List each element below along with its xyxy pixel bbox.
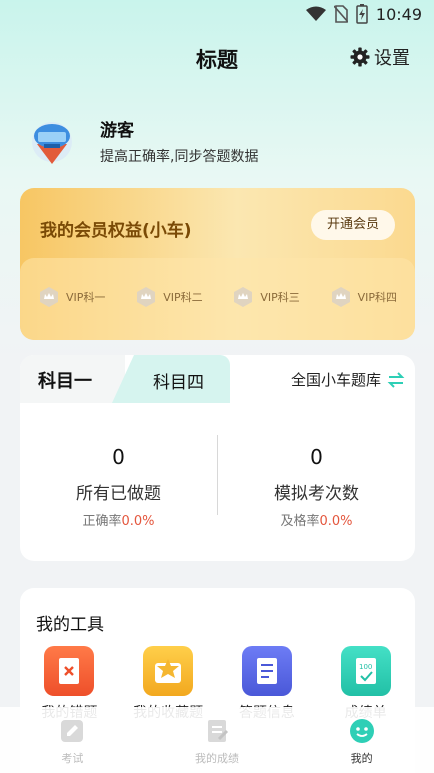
score-sheet-icon: 100: [340, 646, 391, 696]
stat-questions-done[interactable]: 0 所有已做题 正确率0.0%: [20, 435, 217, 529]
vip-item-label: VIP科三: [260, 291, 300, 304]
nav-exam[interactable]: 考试: [0, 707, 145, 773]
subject-card: 科目一 科目四 全国小车题库 0 所有已做题 正确率0.0% 0 模拟考次数 及…: [20, 355, 415, 561]
vip-item[interactable]: VIP科四: [330, 286, 397, 308]
vip-item[interactable]: VIP科一: [38, 286, 105, 308]
nav-my-scores[interactable]: 我的成绩: [145, 707, 290, 773]
no-sim-icon: [333, 5, 348, 23]
open-membership-button[interactable]: 开通会员: [311, 210, 395, 240]
vip-badge-icon: [331, 287, 350, 307]
wrong-questions-icon: [44, 646, 95, 696]
settings-label: 设置: [374, 48, 410, 69]
user-profile[interactable]: 游客 提高正确率,同步答题数据: [24, 112, 414, 172]
user-name: 游客: [100, 121, 134, 141]
settings-button[interactable]: 设置: [350, 44, 410, 70]
stat-rate: 及格率0.0%: [218, 510, 415, 529]
vip-badge-icon: [137, 287, 156, 307]
stat-mock-exams[interactable]: 0 模拟考次数 及格率0.0%: [218, 435, 415, 529]
tab-subject-one[interactable]: 科目一: [20, 355, 125, 403]
stat-value: 0: [112, 445, 125, 469]
question-library-switch[interactable]: 全国小车题库: [291, 369, 405, 390]
status-bar: 10:49: [0, 0, 434, 30]
stat-rate-value: 0.0%: [319, 514, 353, 529]
stat-rate: 正确率0.0%: [20, 510, 217, 529]
stat-label: 模拟考次数: [274, 484, 359, 504]
nav-label: 考试: [61, 752, 84, 765]
stats-row: 0 所有已做题 正确率0.0% 0 模拟考次数 及格率0.0%: [20, 435, 415, 545]
battery-charging-icon: [356, 4, 368, 24]
vip-item-label: VIP科四: [357, 291, 397, 304]
avatar: [32, 122, 72, 164]
vip-items: VIP科一 VIP科二 VIP科三 VIP科四: [38, 286, 397, 308]
answer-info-icon: [241, 646, 292, 696]
subject-tab-bar: 科目一 科目四 全国小车题库: [20, 355, 415, 403]
stat-label: 所有已做题: [76, 484, 161, 504]
svg-text:100: 100: [359, 663, 372, 671]
favorites-icon: [143, 646, 194, 696]
header: 标题 设置: [0, 36, 434, 78]
nav-label: 我的成绩: [195, 752, 239, 765]
vip-item[interactable]: VIP科三: [232, 286, 300, 308]
user-subtitle: 提高正确率,同步答题数据: [100, 149, 259, 165]
vip-card[interactable]: 我的会员权益(小车) 开通会员 VIP科一 VIP科二 VIP科三 VIP科四: [20, 188, 415, 340]
library-label: 全国小车题库: [290, 371, 381, 389]
wifi-icon: [305, 6, 326, 21]
swap-icon: [387, 371, 405, 388]
my-scores-icon: [208, 720, 229, 742]
vip-item-label: VIP科二: [163, 291, 203, 304]
stat-rate-label: 及格率: [280, 514, 320, 529]
stat-rate-value: 0.0%: [121, 514, 155, 529]
vip-item[interactable]: VIP科二: [135, 286, 203, 308]
status-icons: 10:49: [305, 4, 422, 24]
stat-value: 0: [310, 445, 323, 469]
bottom-nav: 考试 我的成绩 我的: [0, 707, 434, 773]
nav-label: 我的: [350, 752, 373, 765]
tab-subject-four[interactable]: 科目四: [153, 368, 204, 393]
exam-icon: [61, 720, 84, 742]
gear-icon: [350, 47, 370, 67]
tools-title: 我的工具: [36, 615, 104, 635]
nav-mine[interactable]: 我的: [289, 707, 434, 773]
vip-badge-icon: [234, 287, 253, 307]
vip-title: 我的会员权益(小车): [40, 221, 192, 241]
status-time: 10:49: [375, 4, 422, 24]
mine-icon: [349, 719, 374, 743]
vip-badge-icon: [40, 287, 58, 307]
stat-rate-label: 正确率: [82, 514, 122, 529]
vip-item-label: VIP科一: [66, 291, 106, 304]
